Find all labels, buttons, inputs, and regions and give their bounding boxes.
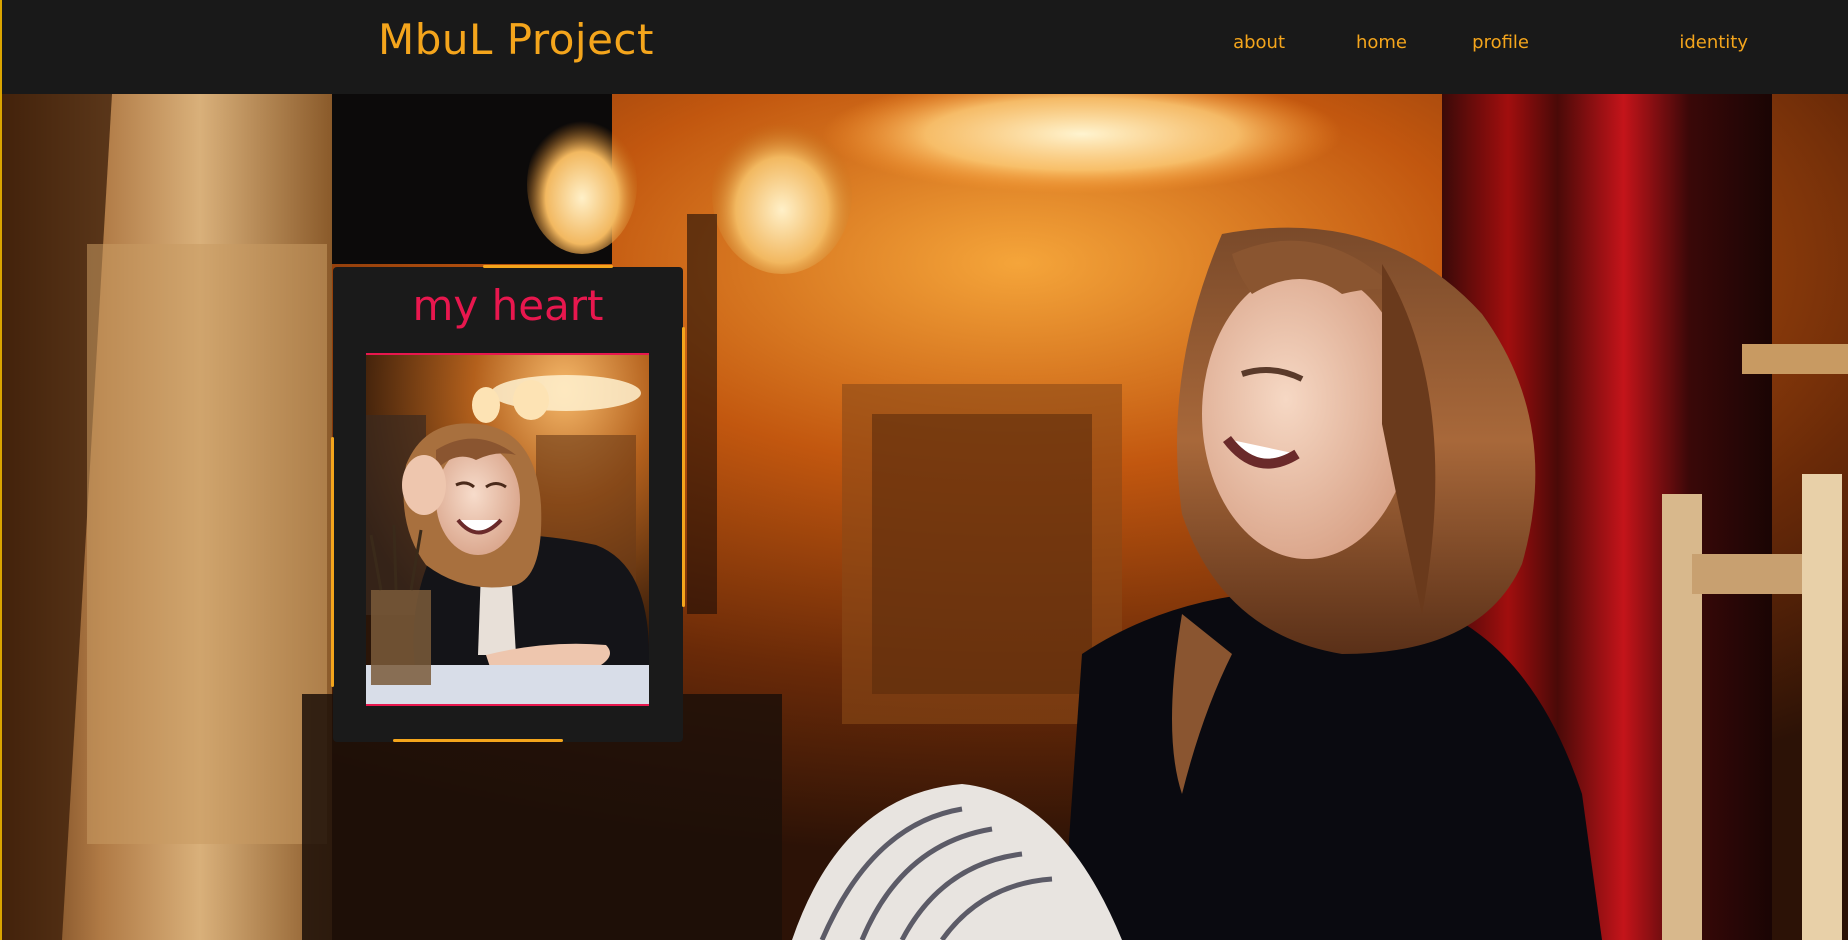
card-photo[interactable] [366, 353, 649, 706]
card-accent-top [483, 265, 613, 268]
top-navbar: MbuL Project about home profile identity [2, 0, 1848, 94]
nav-link-identity[interactable]: identity [1679, 31, 1748, 55]
page: MbuL Project about home profile identity [0, 0, 1848, 940]
nav-link-profile[interactable]: profile [1472, 31, 1529, 55]
hero-photo-girl-laughing-studio [2, 94, 1848, 940]
hero-background-image [2, 94, 1848, 940]
nav-link-home[interactable]: home [1356, 31, 1407, 55]
brand-logo-text[interactable]: MbuL Project [378, 14, 654, 66]
nav-link-about[interactable]: about [1233, 31, 1285, 55]
card-title: my heart [412, 281, 604, 330]
profile-card: my heart [331, 265, 685, 742]
card-accent-right [682, 327, 685, 607]
card-accent-left [331, 437, 334, 687]
card-photo-girl-laughing [366, 355, 649, 704]
card-accent-bottom [393, 739, 563, 742]
